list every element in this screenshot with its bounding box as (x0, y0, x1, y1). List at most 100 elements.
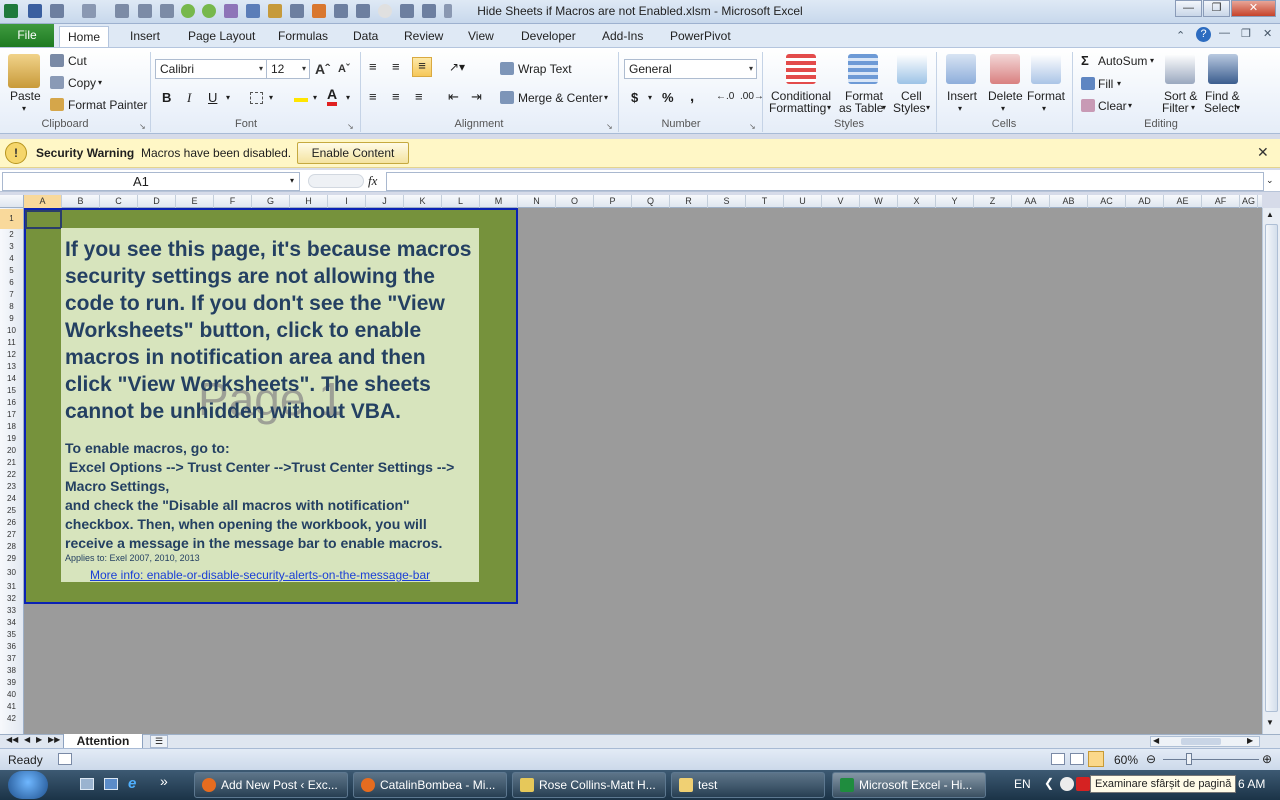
row-header-42[interactable]: 42 (0, 713, 23, 725)
comma-button[interactable]: , (690, 88, 694, 105)
format-table-dropdown-icon[interactable]: ▾ (882, 103, 886, 112)
font-name-select[interactable]: Calibri ▾ (155, 59, 267, 79)
row-header-39[interactable]: 39 (0, 677, 23, 689)
wrap-text-button[interactable]: Wrap Text (518, 62, 572, 76)
fill-dropdown-icon[interactable]: ▾ (1117, 79, 1121, 88)
copy-dropdown-icon[interactable]: ▾ (98, 78, 102, 87)
row-header-4[interactable]: 4 (0, 253, 23, 265)
bold-button[interactable]: B (162, 90, 171, 105)
align-right-icon[interactable]: ≡ (415, 89, 423, 104)
shrink-font-icon[interactable]: Aˇ (338, 63, 350, 75)
font-color-icon[interactable]: A (327, 86, 338, 106)
row-header-23[interactable]: 23 (0, 481, 23, 493)
italic-button[interactable]: I (187, 90, 191, 106)
row-header-7[interactable]: 7 (0, 289, 23, 301)
zoom-slider[interactable] (1163, 759, 1259, 760)
next-sheet-icon[interactable]: ▶ (36, 735, 42, 744)
row-header-31[interactable]: 31 (0, 581, 23, 593)
expand-formula-bar-icon[interactable]: ⌄ (1266, 175, 1274, 186)
row-header-21[interactable]: 21 (0, 457, 23, 469)
workbook-close-icon[interactable]: ✕ (1263, 27, 1272, 40)
scroll-up-icon[interactable]: ▲ (1266, 210, 1274, 219)
row-header-29[interactable]: 29 (0, 553, 23, 565)
align-bottom-icon[interactable]: ≡ (412, 57, 432, 77)
format-painter-button[interactable]: Format Painter (68, 98, 147, 112)
enable-content-button[interactable]: Enable Content (297, 142, 409, 164)
tab-data[interactable]: Data (345, 26, 386, 48)
row-header-14[interactable]: 14 (0, 373, 23, 385)
autosum-dropdown-icon[interactable]: ▾ (1150, 56, 1154, 65)
taskbar-item-firefox-catalin[interactable]: CatalinBombea - Mi... (353, 772, 507, 798)
column-header-l[interactable]: L (442, 195, 480, 208)
format-cells-button[interactable]: Format (1027, 89, 1065, 103)
row-header-37[interactable]: 37 (0, 653, 23, 665)
more-info-link[interactable]: More info: enable-or-disable-security-al… (90, 568, 430, 582)
formula-input[interactable] (386, 172, 1264, 191)
font-launcher-icon[interactable]: ↘ (347, 122, 354, 131)
column-header-n[interactable]: N (518, 195, 556, 208)
font-color-dropdown-icon[interactable]: ▾ (346, 93, 350, 102)
column-header-v[interactable]: V (822, 195, 860, 208)
tab-developer[interactable]: Developer (513, 26, 584, 48)
fill-color-icon[interactable] (294, 90, 308, 102)
tab-review[interactable]: Review (396, 26, 451, 48)
column-header-j[interactable]: J (366, 195, 404, 208)
active-cell-a1[interactable] (25, 210, 62, 229)
decrease-indent-icon[interactable]: ⇤ (448, 89, 459, 105)
vertical-scrollbar[interactable]: ▲ ▼ (1262, 208, 1280, 734)
row-header-25[interactable]: 25 (0, 505, 23, 517)
column-header-s[interactable]: S (708, 195, 746, 208)
fill-color-dropdown-icon[interactable]: ▾ (313, 93, 317, 102)
column-header-c[interactable]: C (100, 195, 138, 208)
row-header-13[interactable]: 13 (0, 361, 23, 373)
tab-insert[interactable]: Insert (122, 26, 168, 48)
minimize-ribbon-icon[interactable]: ⌃ (1176, 29, 1185, 42)
borders-dropdown-icon[interactable]: ▾ (269, 93, 273, 102)
horizontal-scroll-thumb[interactable] (1181, 738, 1221, 745)
row-header-20[interactable]: 20 (0, 445, 23, 457)
column-header-ag[interactable]: AG (1240, 195, 1258, 208)
taskbar-item-media[interactable]: Rose Collins-Matt H... (512, 772, 666, 798)
workbook-restore-icon[interactable]: ❐ (1241, 27, 1251, 40)
column-header-w[interactable]: W (860, 195, 898, 208)
tab-page-layout[interactable]: Page Layout (180, 26, 263, 48)
tab-add-ins[interactable]: Add-Ins (594, 26, 651, 48)
column-header-m[interactable]: M (480, 195, 518, 208)
row-header-40[interactable]: 40 (0, 689, 23, 701)
column-header-ab[interactable]: AB (1050, 195, 1088, 208)
insert-function-button[interactable]: fx (368, 173, 377, 189)
row-header-2[interactable]: 2 (0, 229, 23, 241)
zoom-in-icon[interactable]: ⊕ (1262, 752, 1272, 766)
row-header-15[interactable]: 15 (0, 385, 23, 397)
row-header-28[interactable]: 28 (0, 541, 23, 553)
column-header-p[interactable]: P (594, 195, 632, 208)
column-header-q[interactable]: Q (632, 195, 670, 208)
row-header-3[interactable]: 3 (0, 241, 23, 253)
column-header-h[interactable]: H (290, 195, 328, 208)
row-header-8[interactable]: 8 (0, 301, 23, 313)
vertical-scroll-thumb[interactable] (1265, 224, 1278, 712)
align-left-icon[interactable]: ≡ (369, 89, 377, 104)
row-header-34[interactable]: 34 (0, 617, 23, 629)
row-header-5[interactable]: 5 (0, 265, 23, 277)
zoom-level[interactable]: 60% (1114, 753, 1138, 767)
merge-center-button[interactable]: Merge & Center (518, 91, 603, 105)
scroll-down-icon[interactable]: ▼ (1266, 718, 1274, 727)
paste-button[interactable]: Paste (10, 89, 41, 103)
first-sheet-icon[interactable]: ◀◀ (6, 735, 18, 744)
column-header-aa[interactable]: AA (1012, 195, 1050, 208)
name-box-dropdown-icon[interactable]: ▾ (290, 176, 294, 185)
number-launcher-icon[interactable]: ↘ (749, 122, 756, 131)
format-dropdown-icon[interactable]: ▾ (1042, 104, 1046, 113)
column-header-u[interactable]: U (784, 195, 822, 208)
close-button[interactable]: ✕ (1231, 0, 1276, 17)
column-header-d[interactable]: D (138, 195, 176, 208)
row-header-1[interactable]: 1 (0, 209, 23, 229)
conditional-dropdown-icon[interactable]: ▾ (827, 103, 831, 112)
sort-filter-dropdown-icon[interactable]: ▾ (1191, 103, 1195, 112)
underline-button[interactable]: U (208, 90, 217, 105)
help-icon[interactable]: ? (1196, 27, 1211, 42)
column-header-y[interactable]: Y (936, 195, 974, 208)
select-all-button[interactable] (0, 195, 24, 208)
taskbar-clock[interactable]: 6 AM (1238, 777, 1265, 791)
